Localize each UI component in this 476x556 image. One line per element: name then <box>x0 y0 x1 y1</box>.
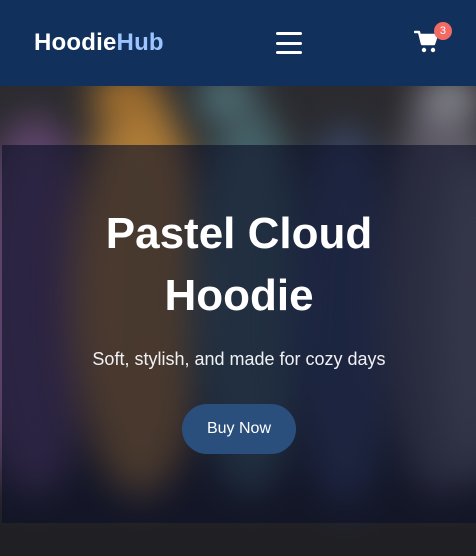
buy-now-button[interactable]: Buy Now <box>182 404 296 454</box>
menu-bar <box>275 32 302 35</box>
hero-title: Pastel Cloud Hoodie <box>105 209 373 320</box>
menu-bar <box>275 51 302 54</box>
site-header: HoodieHub 3 <box>0 0 476 86</box>
logo-accent-text: Hub <box>116 29 164 56</box>
cart-button[interactable]: 3 <box>413 22 452 58</box>
menu-icon[interactable] <box>275 32 302 54</box>
hero-banner: Pastel Cloud Hoodie Soft, stylish, and m… <box>2 145 476 523</box>
logo-main-text: Hoodie <box>34 29 117 56</box>
logo[interactable]: HoodieHub <box>34 29 164 57</box>
menu-bar <box>275 41 302 45</box>
page: HoodieHub 3 Pastel Cloud Hoodie Soft, st… <box>0 0 476 556</box>
hero-subtitle: Soft, stylish, and made for cozy days <box>92 349 386 369</box>
cart-count-badge: 3 <box>433 22 452 40</box>
